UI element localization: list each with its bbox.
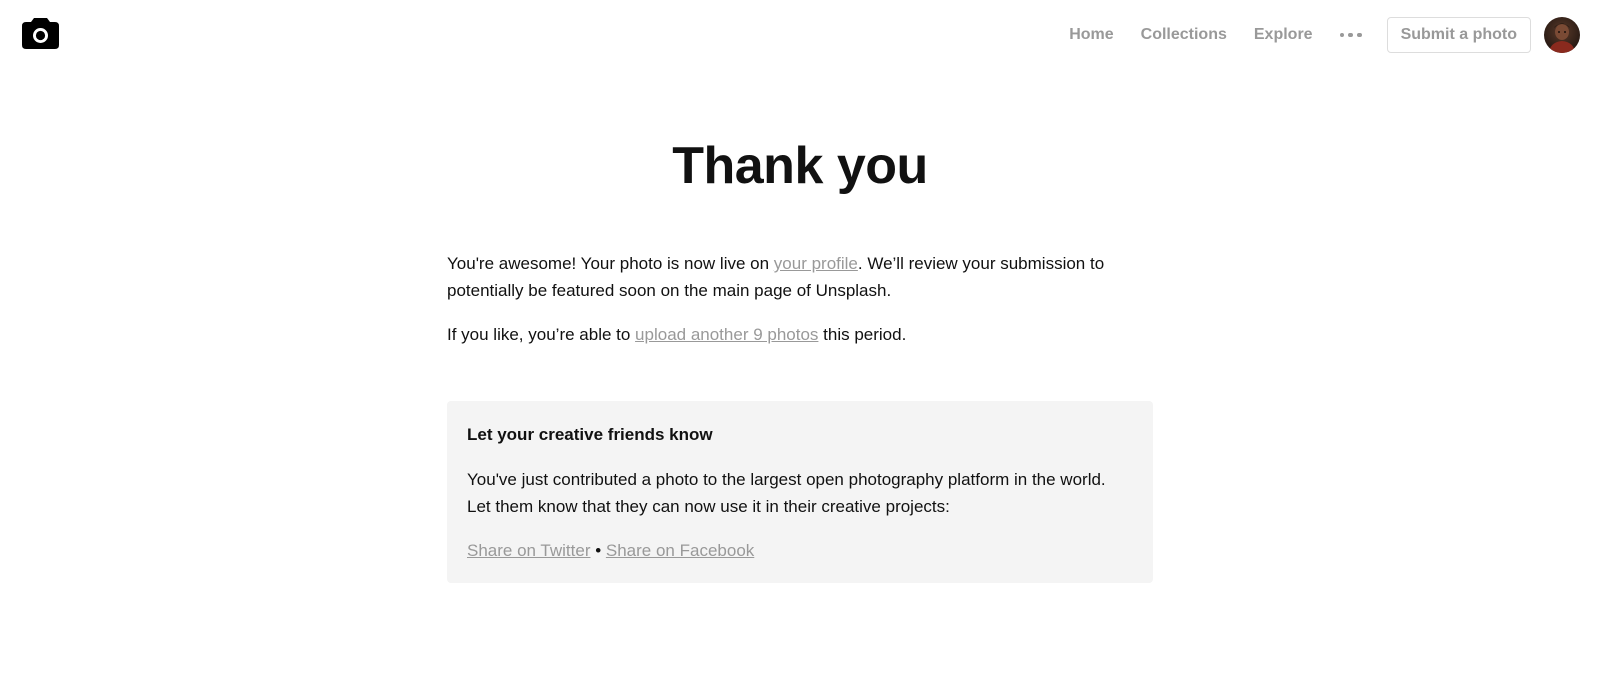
avatar-image xyxy=(1544,17,1580,53)
share-facebook-link[interactable]: Share on Facebook xyxy=(606,541,754,560)
top-navbar: Home Collections Explore Submit a photo xyxy=(0,0,1600,70)
share-separator: • xyxy=(590,541,606,560)
share-description: You've just contributed a photo to the l… xyxy=(467,470,1106,516)
main-nav: Home Collections Explore Submit a photo xyxy=(1069,0,1600,70)
more-dot xyxy=(1357,32,1362,38)
upload-text: If you like, you’re able to xyxy=(447,325,636,344)
share-panel: Let your creative friends know You've ju… xyxy=(447,401,1153,583)
more-dot xyxy=(1348,32,1353,38)
upload-paragraph: If you like, you’re able to upload anoth… xyxy=(447,321,1153,348)
upload-more-photos-link[interactable]: upload another 9 photos xyxy=(635,325,818,344)
share-links: Share on Twitter • Share on Facebook xyxy=(467,537,1133,564)
submit-photo-button[interactable]: Submit a photo xyxy=(1386,17,1531,53)
more-dot xyxy=(1339,32,1345,38)
upload-text: this period. xyxy=(818,325,907,344)
share-twitter-link[interactable]: Share on Twitter xyxy=(467,541,590,560)
page-title: Thank you xyxy=(672,137,928,195)
your-profile-link[interactable]: your profile xyxy=(774,254,858,273)
more-ellipsis-icon[interactable] xyxy=(1339,27,1362,43)
camera-icon[interactable] xyxy=(22,17,59,49)
user-avatar[interactable] xyxy=(1544,17,1580,53)
nav-home-link[interactable]: Home xyxy=(1069,26,1113,44)
intro-paragraph: You're awesome! Your photo is now live o… xyxy=(447,250,1153,304)
intro-text: You're awesome! Your photo is now live o… xyxy=(447,254,774,273)
nav-collections-link[interactable]: Collections xyxy=(1141,26,1227,44)
confirmation-message: You're awesome! Your photo is now live o… xyxy=(447,250,1153,365)
share-heading: Let your creative friends know xyxy=(467,425,713,444)
nav-explore-link[interactable]: Explore xyxy=(1254,26,1313,44)
